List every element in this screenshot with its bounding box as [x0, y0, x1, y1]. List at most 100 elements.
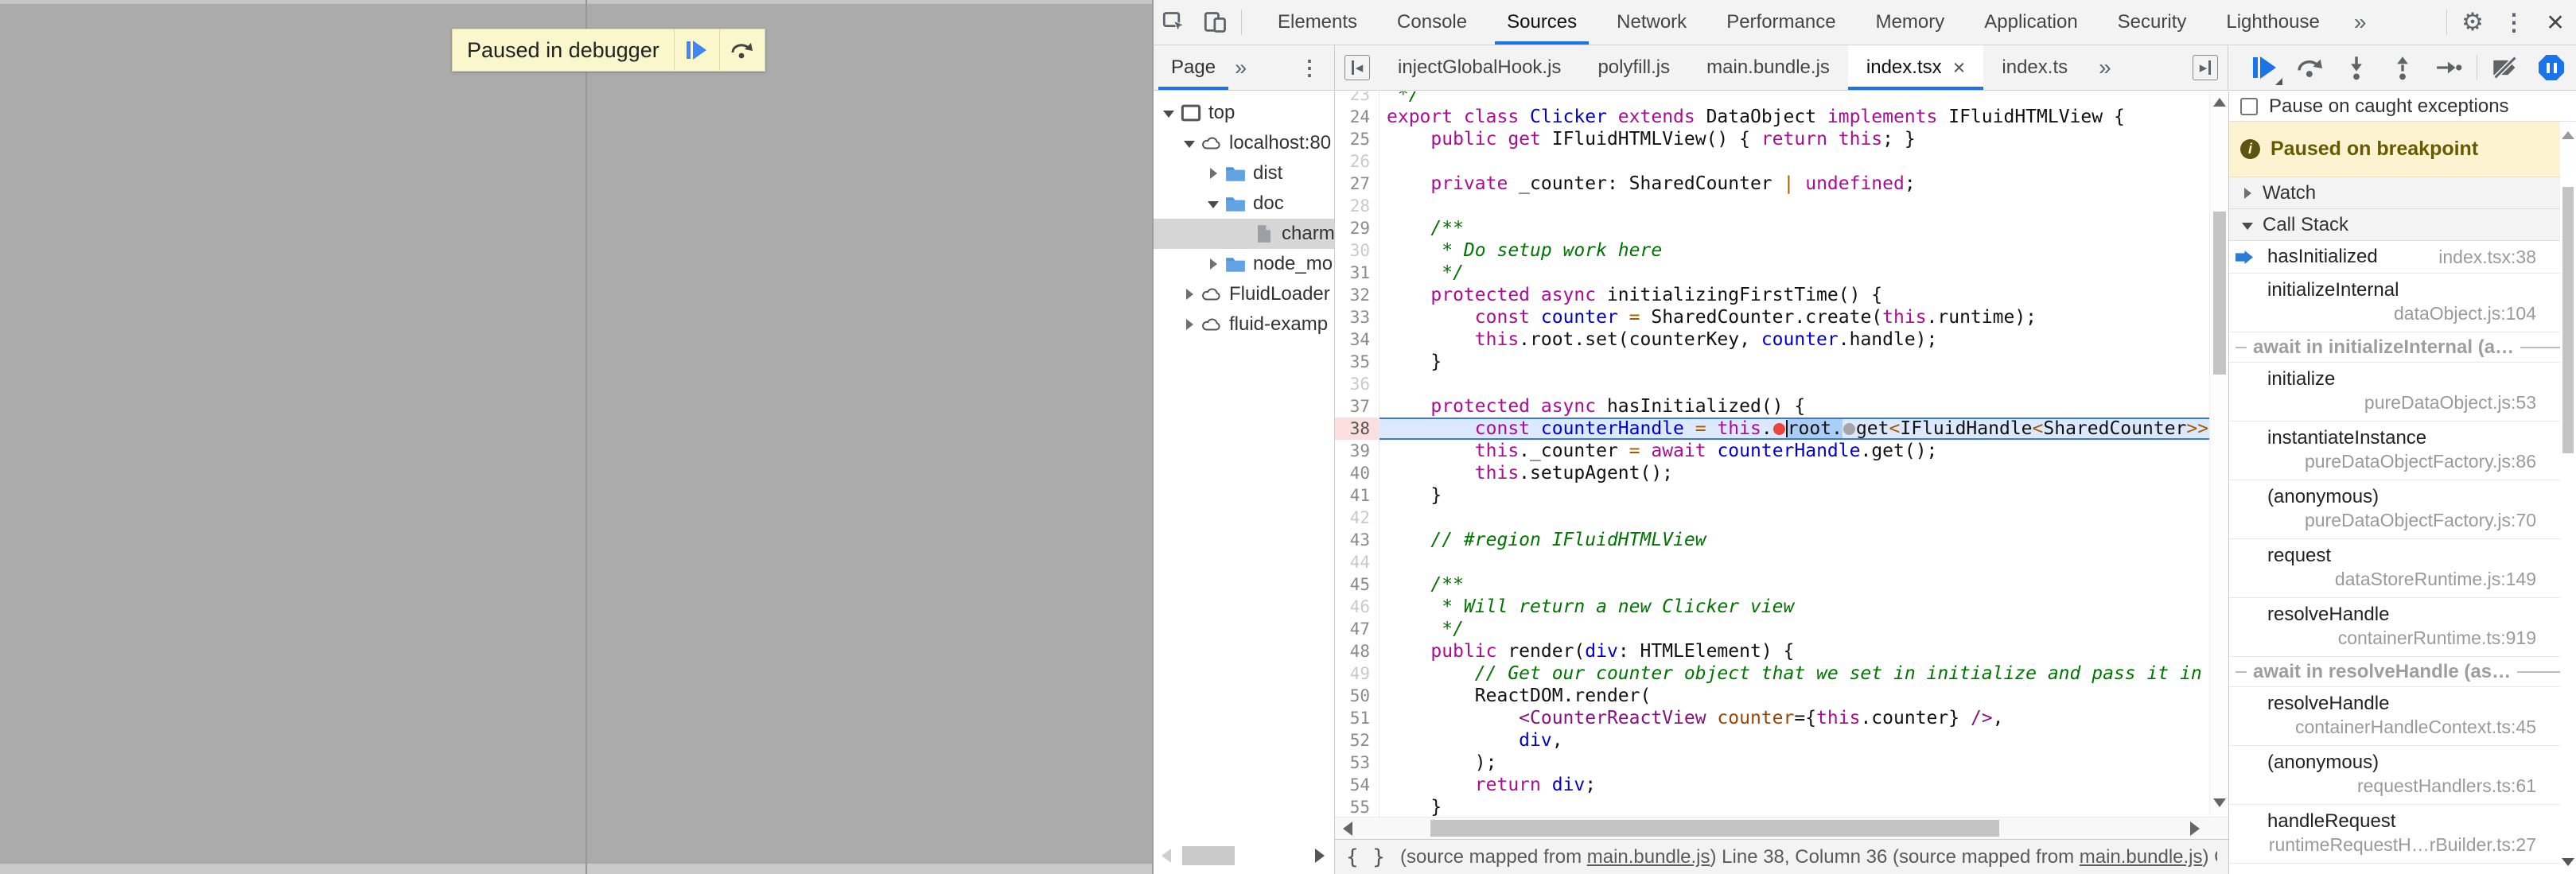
scroll-down-icon[interactable]	[2213, 798, 2226, 807]
tab-lighthouse[interactable]: Lighthouse	[2206, 0, 2339, 45]
call-stack-frame-request[interactable]: request dataStoreRuntime.js:149	[2229, 539, 2576, 598]
tree-item-node-mo[interactable]: node_mo	[1154, 249, 1334, 279]
scrollbar-thumb[interactable]	[2562, 187, 2574, 453]
step-out-button[interactable]	[2379, 45, 2426, 90]
code-text[interactable]: const counter = SharedCounter.create(thi…	[1379, 306, 2209, 328]
call-stack-frame-resolvehandle[interactable]: resolveHandle containerHandleContext.ts:4…	[2229, 687, 2576, 746]
code-text[interactable]: */	[1379, 618, 2209, 640]
code-text[interactable]: public get IFluidHTMLView() { return thi…	[1379, 128, 2209, 150]
file-tab-injectglobalhook-js[interactable]: injectGlobalHook.js	[1379, 45, 1579, 90]
line-number[interactable]: 46	[1335, 596, 1379, 618]
more-tabs-icon[interactable]: »	[2340, 0, 2381, 45]
step-button[interactable]	[2426, 45, 2472, 90]
code-text[interactable]	[1379, 150, 2209, 173]
tab-security[interactable]: Security	[2098, 0, 2207, 45]
settings-gear-icon[interactable]: ⚙	[2452, 0, 2493, 45]
line-number[interactable]: 40	[1335, 462, 1379, 484]
tab-elements[interactable]: Elements	[1258, 0, 1377, 45]
line-number[interactable]: 35	[1335, 351, 1379, 373]
code-text[interactable]: /**	[1379, 573, 2209, 596]
scroll-right-icon[interactable]	[1315, 849, 1325, 863]
line-number[interactable]: 55	[1335, 796, 1379, 817]
editor-horizontal-scrollbar[interactable]	[1335, 817, 2228, 839]
line-number[interactable]: 50	[1335, 685, 1379, 707]
tree-item-charmf[interactable]: charmf	[1154, 219, 1334, 249]
expand-arrow-icon[interactable]	[1204, 168, 1222, 179]
code-text[interactable]	[1379, 373, 2209, 395]
call-stack-frame-hasinitialized[interactable]: hasInitialized index.tsx:38	[2229, 241, 2576, 274]
expand-arrow-icon[interactable]	[1181, 319, 1198, 330]
line-number[interactable]: 47	[1335, 618, 1379, 640]
line-number[interactable]: 31	[1335, 262, 1379, 284]
call-stack-frame-instantiateinstance[interactable]: instantiateInstance pureDataObjectFactory…	[2229, 421, 2576, 480]
expand-arrow-icon[interactable]	[1181, 289, 1198, 300]
code-text[interactable]: * Do setup work here	[1379, 239, 2209, 262]
step-over-button[interactable]	[718, 29, 765, 71]
line-number[interactable]: 44	[1335, 551, 1379, 573]
source-map-link[interactable]: main.bundle.js	[1587, 846, 1710, 868]
code-text[interactable]	[1379, 551, 2209, 573]
call-stack-section-header[interactable]: Call Stack	[2229, 209, 2576, 241]
tab-sources[interactable]: Sources	[1487, 0, 1597, 45]
code-text[interactable]: // #region IFluidHTMLView	[1379, 529, 2209, 551]
tab-page[interactable]: Page	[1158, 45, 1229, 90]
line-number[interactable]: 23	[1335, 91, 1379, 106]
code-text[interactable]: protected async hasInitialized() {	[1379, 395, 2209, 418]
code-text[interactable]: export class Clicker extends DataObject …	[1379, 106, 2209, 128]
tree-item-doc[interactable]: doc	[1154, 188, 1334, 219]
code-text[interactable]: /**	[1379, 217, 2209, 239]
toggle-device-toolbar-button[interactable]	[1195, 0, 1236, 45]
tree-item-dist[interactable]: dist	[1154, 158, 1334, 188]
code-text[interactable]: */	[1379, 262, 2209, 284]
line-number[interactable]: 45	[1335, 573, 1379, 596]
line-number[interactable]: 32	[1335, 284, 1379, 306]
line-number[interactable]: 52	[1335, 729, 1379, 752]
editor-vertical-scrollbar[interactable]	[2209, 91, 2228, 817]
file-tab-index-ts[interactable]: index.ts	[1983, 45, 2086, 90]
inline-breakpoint-active-icon[interactable]	[1772, 423, 1785, 435]
more-options-icon[interactable]: ⋮	[2493, 0, 2535, 45]
code-text[interactable]: // Get our counter object that we set in…	[1379, 662, 2209, 685]
line-number[interactable]: 34	[1335, 328, 1379, 351]
tree-item-top[interactable]: top	[1154, 98, 1334, 128]
line-number[interactable]: 38	[1335, 418, 1379, 440]
code-text[interactable]: );	[1379, 752, 2209, 774]
code-text[interactable]: this.setupAgent();	[1379, 462, 2209, 484]
hide-navigator-icon[interactable]: ◂	[1344, 55, 1370, 80]
tab-network[interactable]: Network	[1597, 0, 1706, 45]
code-text[interactable]: }	[1379, 351, 2209, 373]
pause-on-exceptions-button[interactable]	[2528, 45, 2574, 90]
inline-breakpoint-icon[interactable]	[1843, 423, 1855, 435]
navigator-horizontal-scrollbar[interactable]	[1155, 844, 1333, 868]
code-text[interactable]: protected async initializingFirstTime() …	[1379, 284, 2209, 306]
tree-item-localhost-80[interactable]: localhost:80	[1154, 128, 1334, 158]
code-text[interactable]: const counterHandle = this. root. get<IFlu…	[1379, 418, 2209, 440]
more-editor-tabs-icon[interactable]: »	[2086, 55, 2124, 80]
resume-script-button[interactable]	[2241, 45, 2287, 90]
tab-console[interactable]: Console	[1377, 0, 1487, 45]
step-into-button[interactable]	[2333, 45, 2379, 90]
code-text[interactable]: div,	[1379, 729, 2209, 752]
code-text[interactable]: <CounterReactView counter={this.counter}…	[1379, 707, 2209, 729]
tree-item-fluidloader[interactable]: FluidLoader	[1154, 279, 1334, 309]
line-number[interactable]: 39	[1335, 440, 1379, 462]
code-text[interactable]: * Will return a new Clicker view	[1379, 596, 2209, 618]
scrollbar-thumb[interactable]	[2213, 212, 2226, 375]
file-tab-index-tsx[interactable]: index.tsx ×	[1847, 45, 1984, 90]
code-text[interactable]: }	[1379, 796, 2209, 817]
inspect-element-button[interactable]	[1154, 0, 1195, 45]
code-text[interactable]: return div;	[1379, 774, 2209, 796]
expand-arrow-icon[interactable]	[1204, 199, 1222, 208]
expand-arrow-icon[interactable]	[1160, 108, 1177, 118]
watch-section-header[interactable]: Watch	[2229, 177, 2576, 209]
line-number[interactable]: 54	[1335, 774, 1379, 796]
line-number[interactable]: 53	[1335, 752, 1379, 774]
call-stack-frame-initialize[interactable]: initialize pureDataObject.js:53	[2229, 363, 2576, 421]
code-text[interactable]: this.root.set(counterKey, counter.handle…	[1379, 328, 2209, 351]
tree-item-fluid-examp[interactable]: fluid-examp	[1154, 309, 1334, 340]
file-tab-polyfill-js[interactable]: polyfill.js	[1579, 45, 1688, 90]
line-number[interactable]: 37	[1335, 395, 1379, 418]
scroll-up-icon[interactable]	[2212, 98, 2226, 107]
more-navigator-tabs-icon[interactable]: »	[1228, 56, 1253, 80]
pause-on-caught-checkbox[interactable]	[2240, 97, 2258, 115]
